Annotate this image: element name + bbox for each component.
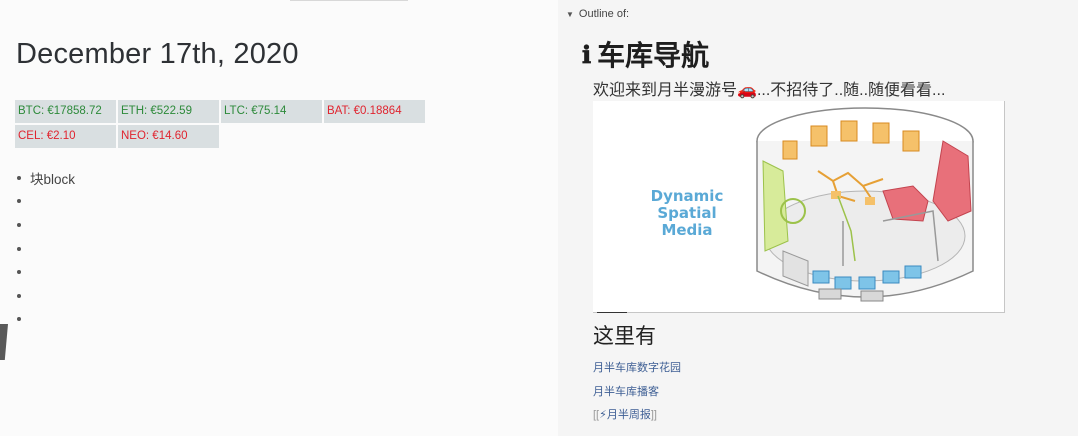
caption-underline [597, 312, 627, 313]
block-text[interactable]: 块block [30, 168, 75, 188]
room-illustration: Dynamic Spatial Media [651, 107, 974, 302]
bracket-close: ]] [650, 409, 657, 421]
window-corner-shape [0, 324, 8, 360]
link-weekly-report[interactable]: [[⚡月半周报]] [593, 406, 681, 430]
dynamic-spatial-media-image[interactable]: Dynamic Spatial Media [593, 101, 1005, 313]
caret-down-icon[interactable]: ▼ [566, 10, 574, 19]
bullet-icon[interactable] [17, 222, 21, 227]
outline-page-title[interactable]: 车库导航 [597, 34, 709, 74]
crypto-cell-bat[interactable]: BAT: €0.18864 [324, 100, 425, 123]
link-podcast[interactable]: 月半车库播客 [593, 383, 681, 407]
right-sidebar-outline: ▼ Outline of: ℹ 车库导航 欢迎来到月半漫游号🚗...不招待了..… [558, 0, 1078, 436]
block-item[interactable] [17, 213, 517, 237]
crypto-cell-neo[interactable]: NEO: €14.60 [118, 125, 219, 148]
block-item[interactable] [17, 260, 517, 284]
crypto-cell-ltc[interactable]: LTC: €75.14 [221, 100, 322, 123]
car-icon: 🚗 [737, 82, 757, 99]
bullet-icon[interactable] [17, 293, 21, 298]
journal-date-title[interactable]: December 17th, 2020 [16, 38, 299, 71]
outline-page-heading: ℹ 车库导航 [582, 34, 709, 74]
crypto-cell-cel[interactable]: CEL: €2.10 [15, 125, 116, 148]
link-digital-garden[interactable]: 月半车库数字花园 [593, 359, 681, 383]
diagram-title-line-3: Media [661, 221, 712, 239]
weekly-report-label: ⚡月半周报 [599, 409, 651, 421]
welcome-text[interactable]: 欢迎来到月半漫游号🚗...不招待了..随..随便看看... [593, 76, 945, 100]
top-divider [290, 0, 408, 1]
block-item[interactable] [17, 237, 517, 261]
diagram-title-line-1: Dynamic [651, 187, 724, 205]
outline-link-list: 月半车库数字花园 月半车库播客 [[⚡月半周报]] [593, 359, 681, 430]
crypto-cell-btc[interactable]: BTC: €17858.72 [15, 100, 116, 123]
bullet-icon[interactable] [17, 270, 21, 275]
bullet-icon[interactable] [17, 199, 21, 204]
bullet-icon[interactable] [17, 175, 21, 180]
crypto-price-table: BTC: €17858.72 ETH: €522.59 LTC: €75.14 … [15, 100, 425, 148]
block-item[interactable]: 块block [17, 166, 517, 190]
bullet-icon[interactable] [17, 246, 21, 251]
bullet-icon[interactable] [17, 317, 21, 322]
info-icon: ℹ [582, 39, 592, 69]
section-heading[interactable]: 这里有 [593, 320, 656, 350]
block-item[interactable] [17, 190, 517, 214]
diagram-title-line-2: Spatial [657, 204, 716, 222]
block-item[interactable] [17, 284, 517, 308]
crypto-cell-eth[interactable]: ETH: €522.59 [118, 100, 219, 123]
block-item[interactable] [17, 308, 517, 332]
outline-header[interactable]: ▼ Outline of: [566, 8, 629, 20]
journal-page: December 17th, 2020 BTC: €17858.72 ETH: … [0, 0, 558, 436]
outline-label: Outline of: [578, 8, 630, 20]
welcome-post: ...不招待了..随..随便看看... [756, 82, 946, 99]
block-list: 块block [17, 166, 517, 331]
welcome-pre: 欢迎来到月半漫游号 [593, 82, 738, 99]
